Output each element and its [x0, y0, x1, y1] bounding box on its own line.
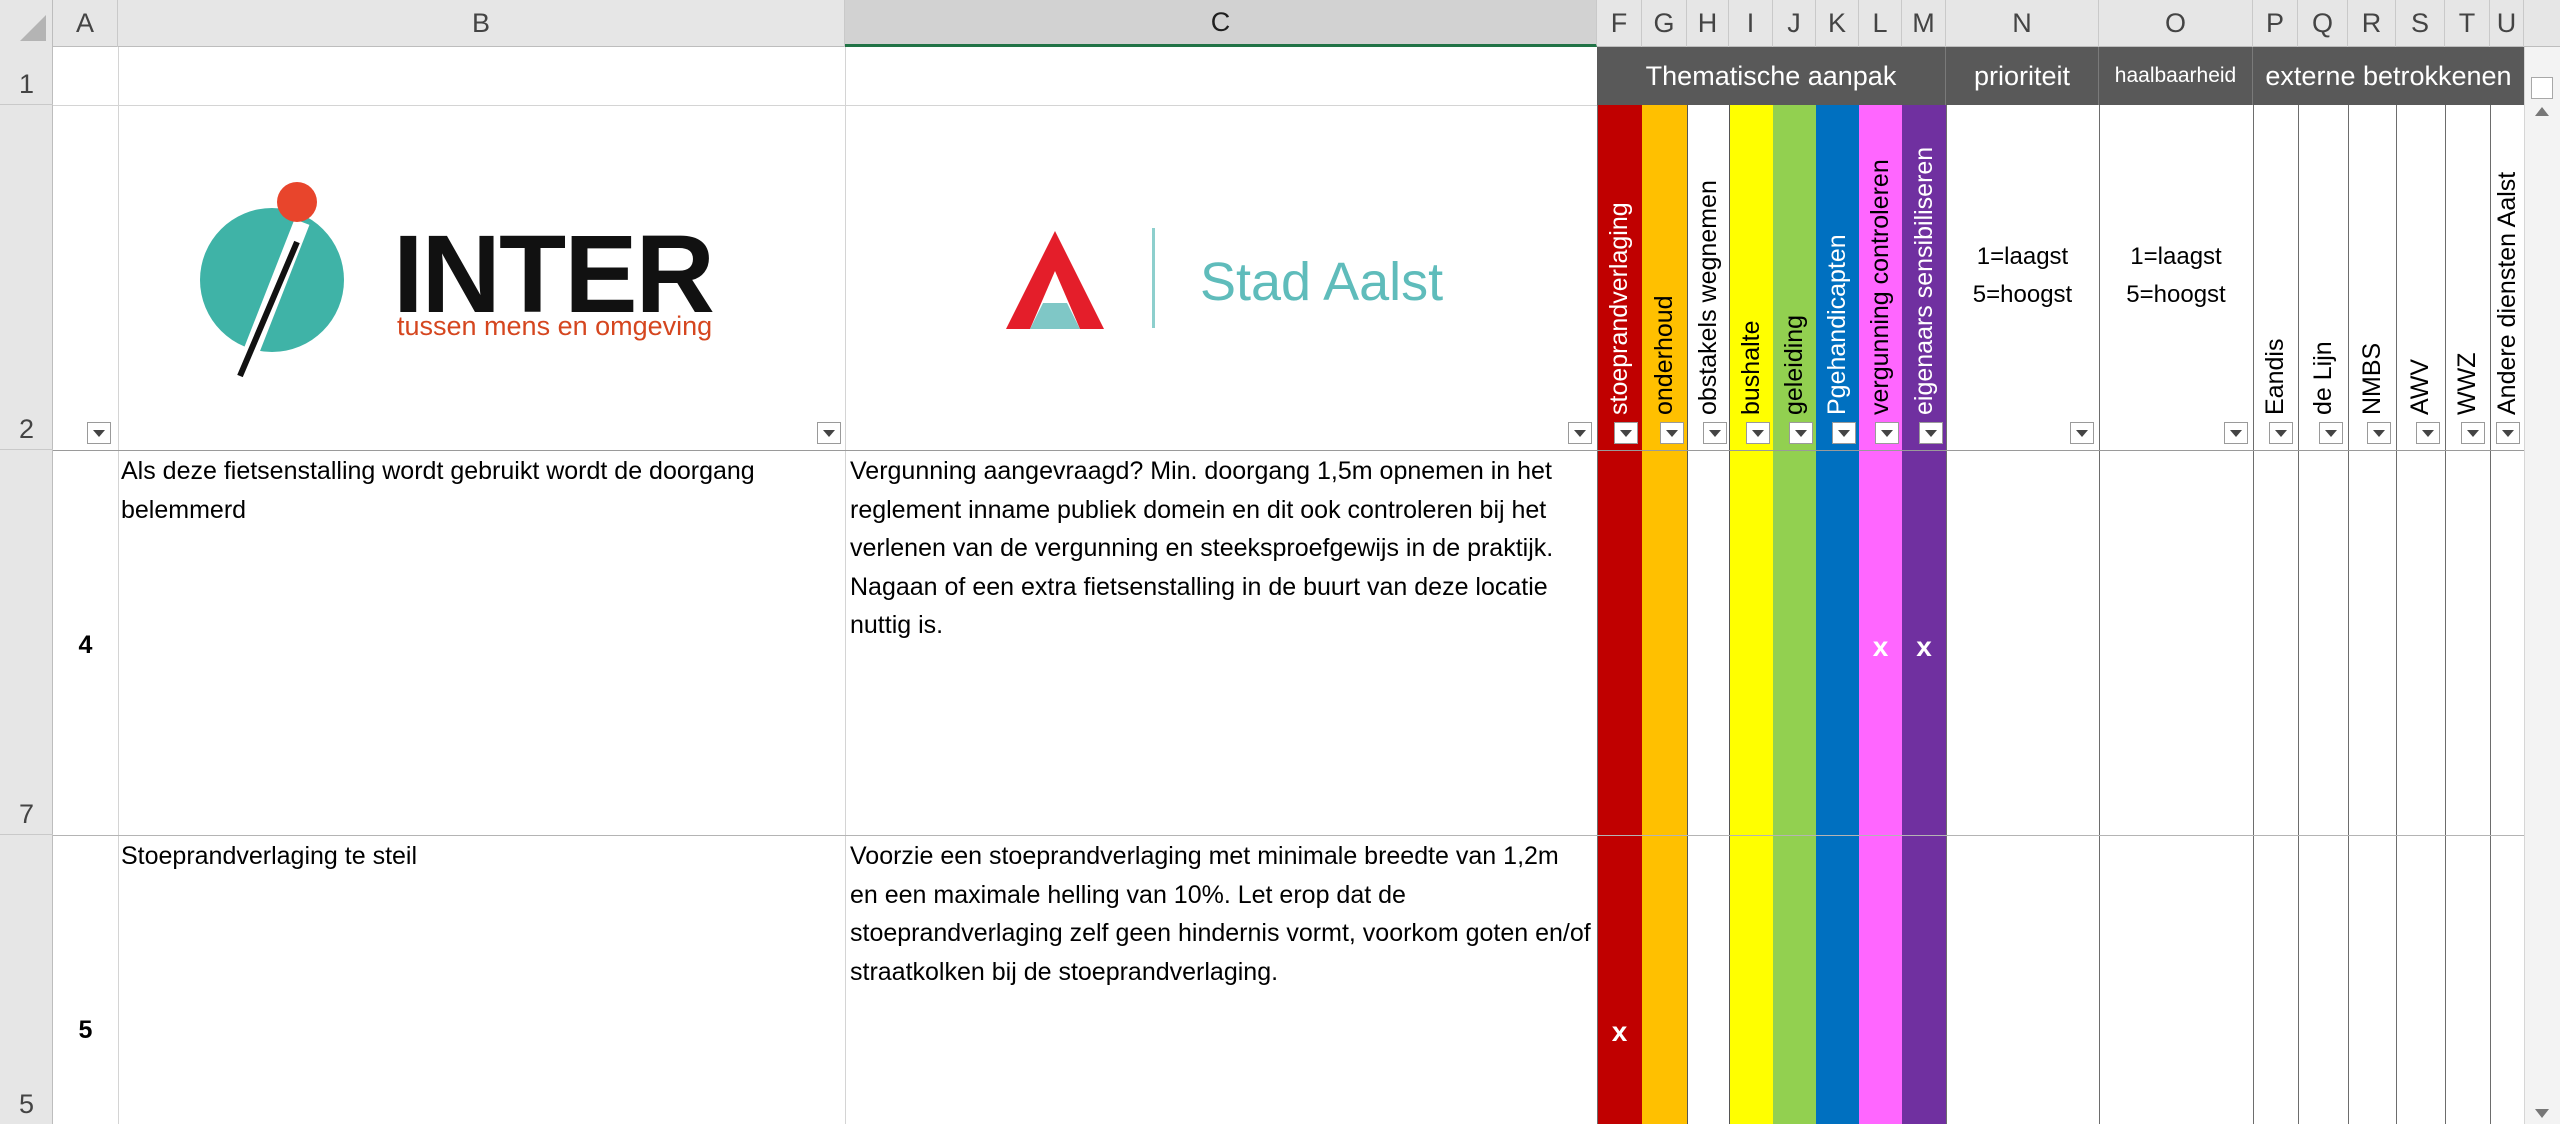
- filter-button-b[interactable]: [817, 422, 841, 444]
- column-header-o[interactable]: O: [2099, 0, 2253, 47]
- gridline-v: [1946, 47, 1947, 1124]
- label-bushalte: bushalte: [1736, 320, 1765, 415]
- gridline-v: [845, 47, 846, 1124]
- dropdown-arrow-icon: [2373, 429, 2385, 437]
- dropdown-arrow-icon: [1709, 429, 1721, 437]
- stad-aalst-divider: [1152, 228, 1155, 328]
- row-number-cell[interactable]: 4: [53, 620, 118, 670]
- dropdown-arrow-icon: [823, 429, 835, 437]
- dropdown-arrow-icon: [1574, 429, 1586, 437]
- dropdown-arrow-icon: [1620, 429, 1632, 437]
- filter-button-s[interactable]: [2416, 422, 2440, 444]
- filter-button-q[interactable]: [2319, 422, 2343, 444]
- scrollbar-thumb[interactable]: [2531, 77, 2553, 99]
- dropdown-arrow-icon: [2502, 429, 2514, 437]
- row-header-7[interactable]: 7: [0, 450, 53, 835]
- inter-logo: INTER tussen mens en omgeving: [190, 180, 730, 380]
- row-header-1[interactable]: 1: [0, 47, 53, 105]
- solution-cell[interactable]: Voorzie een stoeprandverlaging met minim…: [850, 837, 1592, 991]
- group-header-haalbaarheid: haalbaarheid: [2099, 47, 2253, 105]
- gridline-h: [53, 835, 2524, 836]
- stad-aalst-name: Stad Aalst: [1200, 252, 1444, 312]
- filter-button-n[interactable]: [2070, 422, 2094, 444]
- select-all-triangle-icon: [20, 15, 46, 41]
- filter-button-u[interactable]: [2496, 422, 2520, 444]
- column-header-n[interactable]: N: [1946, 0, 2099, 47]
- label-vergunning-controleren: vergunning controleren: [1866, 159, 1894, 415]
- dropdown-arrow-icon: [2325, 429, 2337, 437]
- filter-button-h[interactable]: [1703, 422, 1727, 444]
- label-eigenaars-sensibiliseren: eigenaars sensibiliseren: [1909, 146, 1938, 415]
- haalbaarheid-scale: 1=laagst 5=hoogst: [2126, 243, 2226, 308]
- mark-eigenaars-sensibiliseren[interactable]: x: [1902, 625, 1946, 669]
- filter-button-k[interactable]: [1832, 422, 1856, 444]
- dropdown-arrow-icon: [1838, 429, 1850, 437]
- prioriteit-scale: 1=laagst 5=hoogst: [1972, 243, 2073, 308]
- gridline-h: [53, 450, 2524, 451]
- dropdown-arrow-icon: [1881, 429, 1893, 437]
- filter-button-c[interactable]: [1568, 422, 1592, 444]
- label-awv: AWV: [2406, 358, 2434, 415]
- filter-button-m[interactable]: [1919, 422, 1943, 444]
- dropdown-arrow-icon: [2076, 429, 2088, 437]
- dropdown-arrow-icon: [1795, 429, 1807, 437]
- filter-button-f[interactable]: [1614, 422, 1638, 444]
- label-nmbs: NMBS: [2357, 342, 2386, 415]
- label-eandis: Eandis: [2261, 338, 2289, 415]
- filter-button-l[interactable]: [1875, 422, 1899, 444]
- dropdown-arrow-icon: [2422, 429, 2434, 437]
- gridline-v: [118, 47, 119, 1124]
- column-header-c[interactable]: C: [845, 0, 1597, 47]
- dropdown-arrow-icon: [2467, 429, 2479, 437]
- column-header-b[interactable]: B: [118, 0, 845, 47]
- label-wwz: WWZ: [2453, 352, 2481, 415]
- dropdown-arrow-icon: [1925, 429, 1937, 437]
- filter-button-j[interactable]: [1789, 422, 1813, 444]
- filter-button-a[interactable]: [87, 422, 111, 444]
- dropdown-arrow-icon: [1666, 429, 1678, 437]
- row-header-2[interactable]: 2: [0, 105, 53, 450]
- scroll-down-arrow-icon[interactable]: [2535, 1109, 2549, 1118]
- row-header-5[interactable]: 5: [0, 835, 53, 1124]
- stad-aalst-mark-icon: [1006, 231, 1104, 329]
- filter-button-t[interactable]: [2461, 422, 2485, 444]
- dropdown-arrow-icon: [1752, 429, 1764, 437]
- filter-button-i[interactable]: [1746, 422, 1770, 444]
- label-obstakels-wegnemen: obstakels wegnemen: [1693, 180, 1722, 415]
- scroll-up-arrow-icon[interactable]: [2535, 107, 2549, 116]
- label-andere-diensten-aalst: Andere diensten Aalst: [2492, 171, 2521, 415]
- problem-cell[interactable]: Als deze fietsenstalling wordt gebruikt …: [121, 452, 841, 529]
- label-de-lijn: de Lijn: [2308, 341, 2337, 415]
- stad-aalst-logo: Stad Aalst: [1000, 225, 1480, 335]
- filter-button-g[interactable]: [1660, 422, 1684, 444]
- row-number-cell[interactable]: 5: [53, 1005, 118, 1055]
- filter-button-r[interactable]: [2367, 422, 2391, 444]
- dropdown-arrow-icon: [2230, 429, 2242, 437]
- group-header-prioriteit: prioriteit: [1946, 47, 2099, 105]
- label-pgehandicapten: Pgehandicapten: [1823, 234, 1851, 415]
- solution-cell[interactable]: Vergunning aangevraagd? Min. doorgang 1,…: [850, 452, 1592, 645]
- gridline-h: [53, 105, 1597, 106]
- label-geleiding: geleiding: [1780, 314, 1808, 415]
- mark-vergunning-controleren[interactable]: x: [1859, 625, 1902, 669]
- label-onderhoud: onderhoud: [1650, 295, 1678, 415]
- column-header-a[interactable]: A: [53, 0, 118, 47]
- dropdown-arrow-icon: [93, 429, 105, 437]
- mark-stoeprandverlaging[interactable]: x: [1597, 1010, 1642, 1054]
- vertical-scrollbar[interactable]: [2524, 47, 2560, 1124]
- dropdown-arrow-icon: [2275, 429, 2287, 437]
- problem-cell[interactable]: Stoeprandverlaging te steil: [121, 837, 841, 876]
- select-all-corner[interactable]: [0, 0, 53, 47]
- gridline-v: [2099, 47, 2100, 1124]
- label-stoeprandverlaging: stoeprandverlaging: [1605, 202, 1633, 415]
- inter-logo-tagline: tussen mens en omgeving: [397, 311, 713, 341]
- filter-button-o[interactable]: [2224, 422, 2248, 444]
- filter-button-p[interactable]: [2269, 422, 2293, 444]
